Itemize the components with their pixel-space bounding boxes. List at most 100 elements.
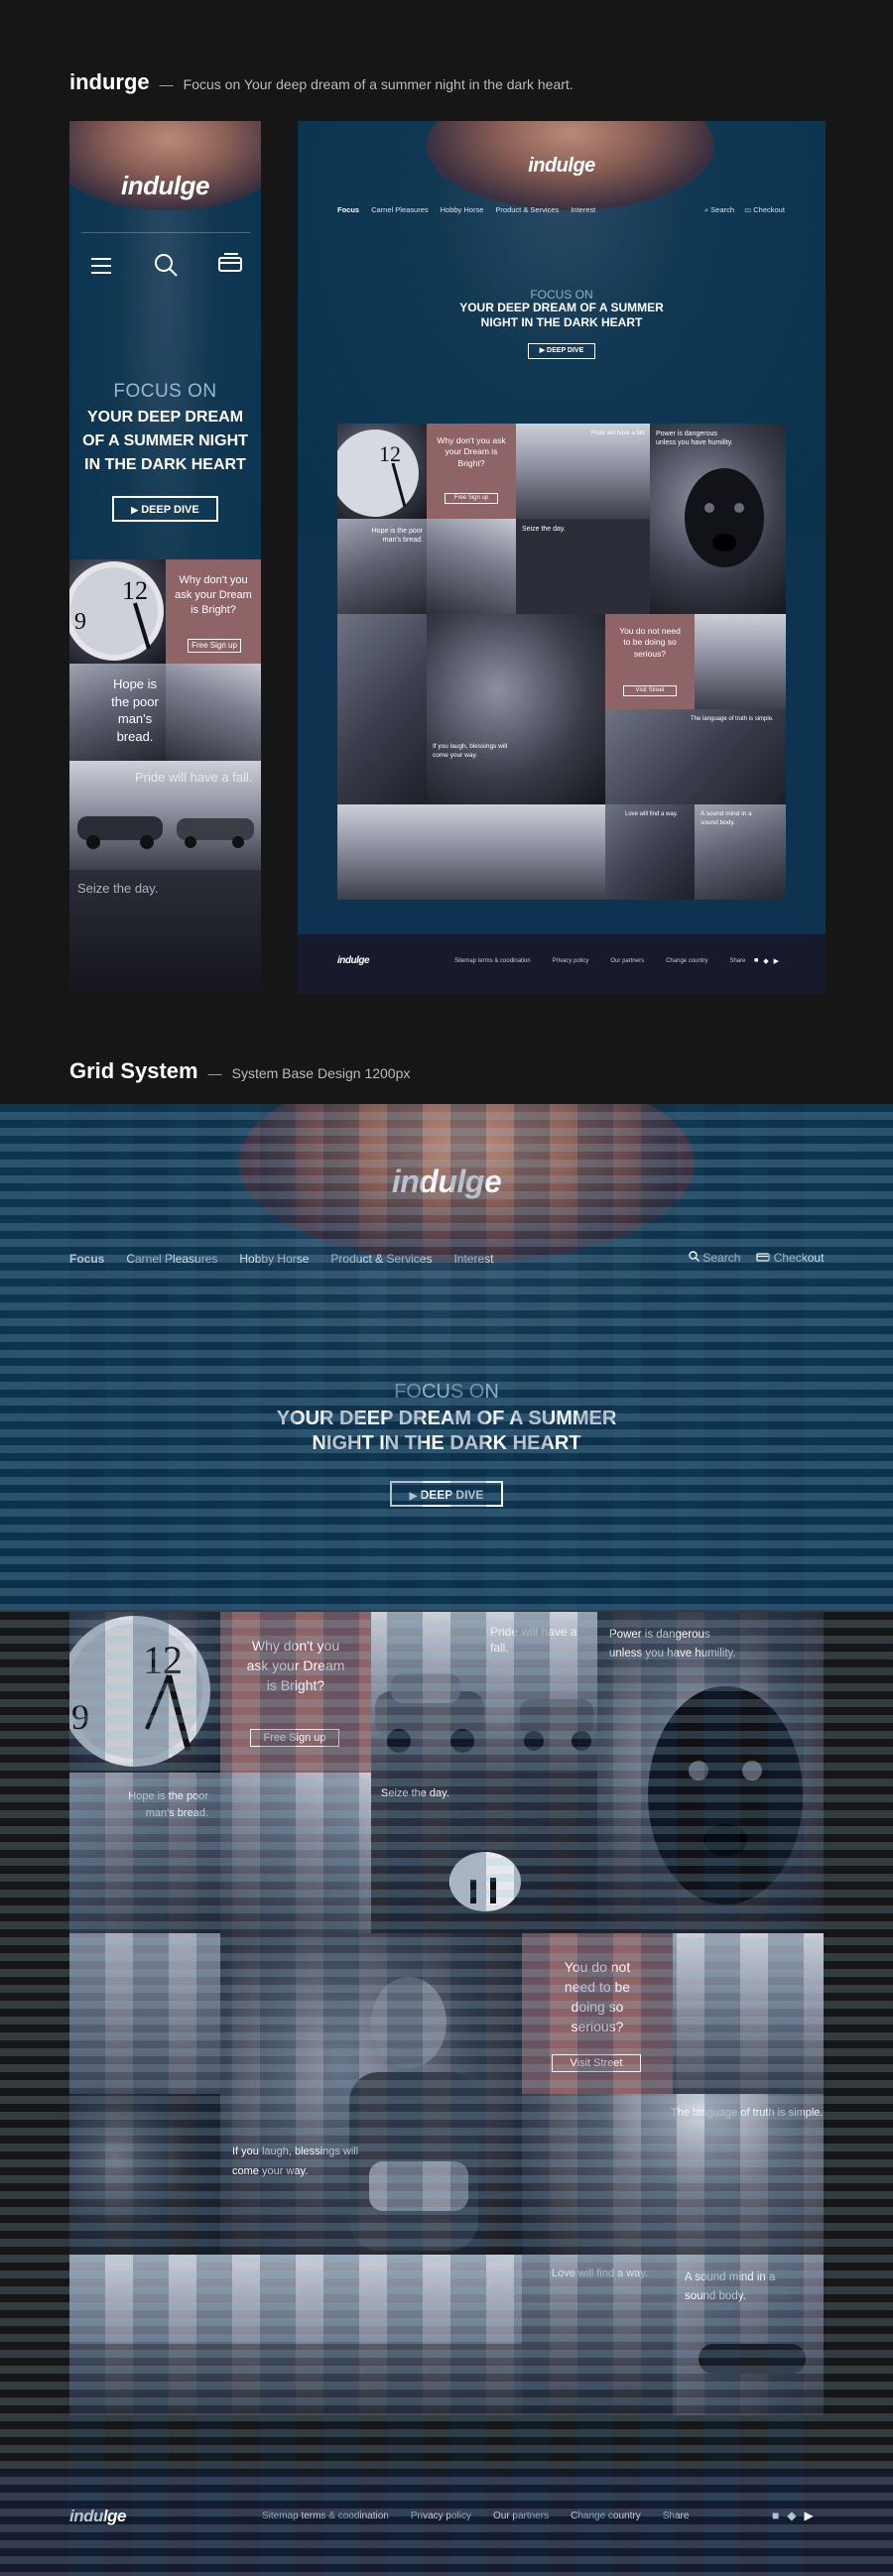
desktop-free-signup-button[interactable]: Free Sign up	[445, 493, 498, 504]
footer-link-country[interactable]: Change country	[666, 958, 707, 964]
mobile-hero-title: YOUR DEEP DREAM OF A SUMMER NIGHT IN THE…	[82, 409, 248, 473]
footer-link-sitemap[interactable]: Sitemap terms & coodination	[454, 958, 531, 964]
grid-twitter-icon[interactable]: ◆	[787, 2509, 796, 2522]
field-photo	[337, 804, 605, 900]
grid-hope-tile: Hope is the poor man's bread.	[69, 1773, 220, 1933]
grid-footer: indulge Sitemap terms & coodination Priv…	[0, 2471, 893, 2576]
grid-nav-products[interactable]: Product & Services	[330, 1252, 432, 1266]
desktop-hero-kicker: FOCUS ON	[530, 288, 593, 302]
search-icon	[689, 1251, 700, 1262]
brand-title: indurge	[69, 69, 150, 94]
mobile-deep-dive-button[interactable]: ▶ DEEP DIVE	[112, 496, 218, 522]
grid-serious-tile: You do not need to be doing so serious? …	[522, 1933, 673, 2094]
mobile-hero-kicker: FOCUS ON	[113, 381, 217, 402]
footer-link-privacy[interactable]: Privacy policy	[553, 958, 589, 964]
grid-crowd-photo	[673, 1933, 824, 2094]
grid-concert-tile: The language of truth is simple.	[522, 2094, 824, 2255]
desktop-footer-logo[interactable]: indulge	[337, 955, 370, 966]
twitter-icon[interactable]: ◆	[763, 957, 768, 965]
grid-youtube-icon[interactable]: ▶	[804, 2509, 813, 2522]
grid-clock-photo: 12 9	[69, 1612, 220, 1773]
grid-title: Grid System	[69, 1058, 198, 1083]
desktop-nav: Focus Carnel Pleasures Hobby Horse Produ…	[337, 205, 595, 214]
svg-text:9: 9	[71, 1697, 89, 1737]
grid-system-canvas: indulge Focus Carnel Pleasures Hobby Hor…	[0, 1104, 893, 2576]
svg-text:12: 12	[379, 441, 401, 466]
nav-interest[interactable]: Interest	[571, 205, 595, 214]
grid-hero-kicker: FOCUS ON	[394, 1381, 499, 1403]
why-tile: Why don't you ask your Dream is Bright? …	[166, 559, 261, 664]
mobile-free-signup-button[interactable]: Free Sign up	[188, 639, 241, 653]
grid-subtitle: System Base Design 1200px	[231, 1065, 411, 1081]
nav-products[interactable]: Product & Services	[495, 205, 559, 214]
grid-footer-link-sitemap[interactable]: Sitemap terms & coodination	[262, 2511, 389, 2521]
desktop-mockup: indulge Focus Carnel Pleasures Hobby Hor…	[298, 121, 826, 994]
desktop-checkout[interactable]: ▭ Checkout	[744, 205, 785, 215]
grid-guitarist-photo: If you laugh, blessings will come your w…	[220, 1933, 522, 2255]
grid-love-tile: Love will find a way.	[522, 2255, 673, 2415]
hamburger-icon[interactable]	[91, 258, 111, 274]
grid-free-signup-button[interactable]: Free Sign up	[250, 1729, 339, 1747]
desktop-tile-grid: 12 Why don't you ask your Dream is Brigh…	[337, 424, 786, 804]
facebook-icon[interactable]: ■	[754, 957, 758, 965]
grid-visit-street-button[interactable]: Visit Street	[552, 2054, 641, 2072]
grid-hand-photo	[220, 1773, 371, 1933]
grid-nav-carnel[interactable]: Carnel Pleasures	[126, 1252, 217, 1266]
brand-tagline: Focus on Your deep dream of a summer nig…	[183, 76, 574, 92]
seize-tile: Seize the day.	[69, 870, 261, 994]
section-heading-grid: Grid System — System Base Design 1200px	[69, 1058, 411, 1083]
dog-photo: Power is dangerous unless you have humil…	[650, 424, 786, 614]
clock-photo: 12 9	[69, 559, 166, 664]
grid-field-photo	[69, 2255, 522, 2415]
grid-nav-interest[interactable]: Interest	[453, 1252, 493, 1266]
grid-search[interactable]: Search	[689, 1251, 740, 1265]
grid-dog-photo: Power is dangerous unless you have humil…	[597, 1612, 824, 1933]
grid-sound-tile: A sound mind in a sound body.	[673, 2255, 824, 2415]
section-heading-mockups: indurge — Focus on Your deep dream of a …	[69, 69, 574, 94]
desktop-logo[interactable]: indulge	[298, 155, 826, 178]
footer-link-share[interactable]: Share	[729, 958, 745, 964]
nav-hobby[interactable]: Hobby Horse	[441, 205, 484, 214]
mobile-logo[interactable]: indulge	[69, 171, 261, 201]
svg-text:12: 12	[143, 1638, 183, 1682]
cart-icon[interactable]	[216, 252, 244, 274]
nav-focus[interactable]: Focus	[337, 205, 359, 214]
grid-seize-tile: Seize the day.	[371, 1773, 597, 1933]
grid-facebook-icon[interactable]: ■	[772, 2509, 779, 2522]
grid-nav-hobby[interactable]: Hobby Horse	[239, 1252, 309, 1266]
grid-deep-dive-button[interactable]: ▶ DEEP DIVE	[390, 1481, 503, 1507]
nav-carnel[interactable]: Carnel Pleasures	[371, 205, 429, 214]
desktop-search[interactable]: ⌕ Search	[704, 205, 734, 215]
search-icon: ⌕	[704, 205, 709, 214]
desktop-hero-title: YOUR DEEP DREAM OF A SUMMER NIGHT IN THE…	[459, 301, 664, 329]
grid-footer-link-privacy[interactable]: Privacy policy	[411, 2511, 471, 2521]
search-icon[interactable]	[153, 252, 179, 278]
play-icon: ▶	[131, 505, 139, 515]
hope-tile: Hope is the poor man's bread.	[69, 664, 166, 761]
grid-logo[interactable]: indulge	[0, 1164, 893, 1200]
grid-hero-title: YOUR DEEP DREAM OF A SUMMER NIGHT IN THE…	[276, 1408, 617, 1454]
grid-footer-link-share[interactable]: Share	[663, 2511, 690, 2521]
grid-nav: Focus Carnel Pleasures Hobby Horse Produ…	[69, 1252, 494, 1266]
grid-tile-mosaic: 12 9 Why don't you ask your Dream is Brig…	[69, 1612, 824, 2419]
grid-nav-focus[interactable]: Focus	[69, 1252, 104, 1266]
grid-footer-link-partners[interactable]: Our partners	[493, 2511, 549, 2521]
grid-checkout[interactable]: Checkout	[756, 1251, 824, 1265]
svg-text:9: 9	[74, 609, 86, 635]
footer-link-partners[interactable]: Our partners	[610, 958, 644, 964]
cart-icon: ▭	[744, 205, 752, 214]
grid-footer-link-country[interactable]: Change country	[571, 2511, 641, 2521]
hand-photo	[166, 664, 261, 761]
play-icon: ▶	[409, 1491, 418, 1502]
desktop-footer: indulge Sitemap terms & coodination Priv…	[298, 934, 826, 994]
desktop-deep-dive-button[interactable]: ▶ DEEP DIVE	[528, 343, 595, 359]
grid-cafe-photo	[69, 1933, 220, 2255]
guitarist-photo: If you laugh, blessings will come your w…	[427, 614, 605, 804]
grid-cars-tile: Pride will have a fall.	[371, 1612, 597, 1773]
youtube-icon[interactable]: ▶	[774, 957, 779, 965]
svg-text:12: 12	[122, 576, 148, 605]
grid-why-tile: Why don't you ask your Dream is Bright? …	[220, 1612, 371, 1773]
cars-tile: Pride will have a fall.	[69, 761, 261, 870]
desktop-visit-street-button[interactable]: Visit Street	[623, 685, 677, 696]
grid-footer-logo[interactable]: indulge	[69, 2507, 126, 2526]
